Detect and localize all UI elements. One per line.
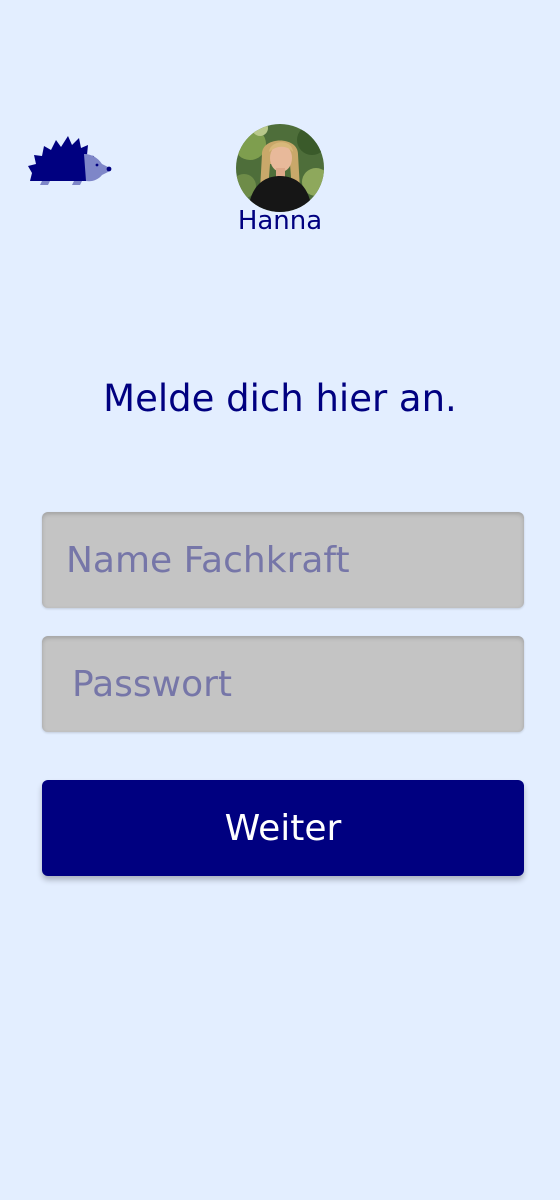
- continue-button[interactable]: Weiter: [42, 780, 524, 876]
- page-title: Melde dich hier an.: [103, 377, 457, 420]
- password-field-container: [42, 636, 524, 732]
- name-input[interactable]: [42, 512, 524, 608]
- password-input[interactable]: [42, 636, 524, 732]
- hedgehog-icon: [28, 132, 114, 186]
- name-field-container: [42, 512, 524, 608]
- avatar[interactable]: [236, 124, 324, 212]
- user-name: Hanna: [237, 206, 323, 236]
